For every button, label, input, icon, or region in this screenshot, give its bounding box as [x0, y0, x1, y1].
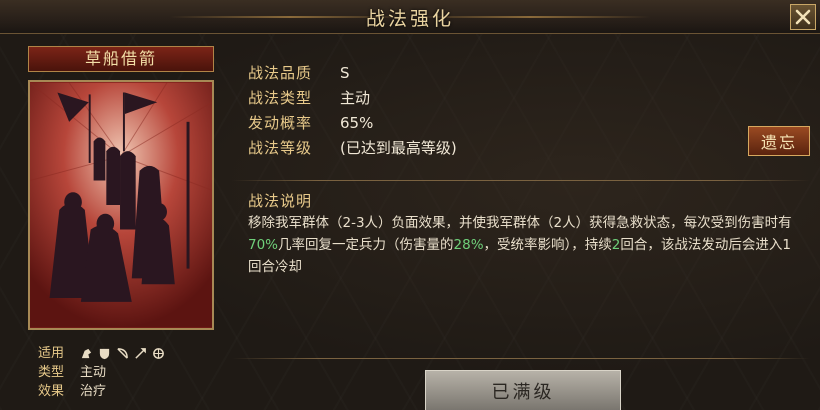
wheel-icon	[153, 348, 164, 359]
prop-probability: 发动概率 65%	[248, 110, 457, 135]
prop-quality: 战法品质 S	[248, 60, 457, 85]
card-name: 草船借箭	[28, 46, 214, 72]
divider-top	[232, 180, 810, 181]
prop-key: 战法品质	[248, 64, 313, 82]
shield-icon	[99, 348, 110, 360]
prop-type: 战法类型 主动	[248, 85, 457, 110]
description-title: 战法说明	[248, 192, 313, 210]
card-meta: 适用 类型 主动 效果 治疗	[38, 344, 165, 401]
highlight-value: 28%	[453, 237, 484, 253]
meta-row-applicable: 适用	[38, 344, 165, 363]
forget-button[interactable]: 遗忘	[748, 126, 810, 156]
prop-value: S	[340, 63, 350, 82]
prop-value: (已达到最高等级)	[340, 139, 457, 157]
prop-value: 65%	[340, 113, 374, 132]
close-button[interactable]	[790, 4, 816, 30]
spear-icon	[135, 348, 146, 359]
highlight-value: 70%	[248, 237, 279, 253]
prop-key: 发动概率	[248, 114, 313, 132]
prop-level: 战法等级 (已达到最高等级)	[248, 135, 457, 160]
description-body: 移除我军群体（2-3人）负面效果，并使我军群体（2人）获得急救状态，每次受到伤害…	[248, 212, 804, 278]
description-text: ，受统率影响），持续	[483, 237, 612, 253]
title-bar: 战法强化	[0, 0, 820, 34]
meta-value: 主动	[80, 365, 107, 380]
close-icon	[795, 9, 811, 25]
cavalry-icon	[81, 348, 92, 359]
description-text: 几率回复一定兵力（伤害量的	[278, 237, 454, 253]
card-illustration	[28, 80, 214, 330]
meta-key: 适用	[38, 346, 65, 361]
meta-value: 治疗	[80, 384, 107, 399]
tactic-properties: 战法品质 S 战法类型 主动 发动概率 65% 战法等级 (已达到最高等级)	[248, 60, 457, 160]
meta-row-effect: 效果 治疗	[38, 382, 165, 401]
window-title: 战法强化	[365, 8, 454, 30]
prop-value: 主动	[340, 89, 371, 107]
meta-row-type: 类型 主动	[38, 363, 165, 382]
prop-key: 战法类型	[248, 89, 313, 107]
bow-icon	[117, 348, 128, 359]
divider-bottom	[232, 358, 810, 359]
unit-type-icons	[80, 347, 165, 360]
prop-key: 战法等级	[248, 139, 313, 157]
meta-key: 效果	[38, 384, 65, 399]
max-level-button[interactable]: 已满级	[425, 370, 621, 410]
meta-key: 类型	[38, 365, 65, 380]
description-text: 移除我军群体（2-3人）负面效果，并使我军群体（2人）获得急救状态，每次受到伤害…	[248, 215, 792, 231]
soldiers-illustration	[30, 82, 212, 328]
